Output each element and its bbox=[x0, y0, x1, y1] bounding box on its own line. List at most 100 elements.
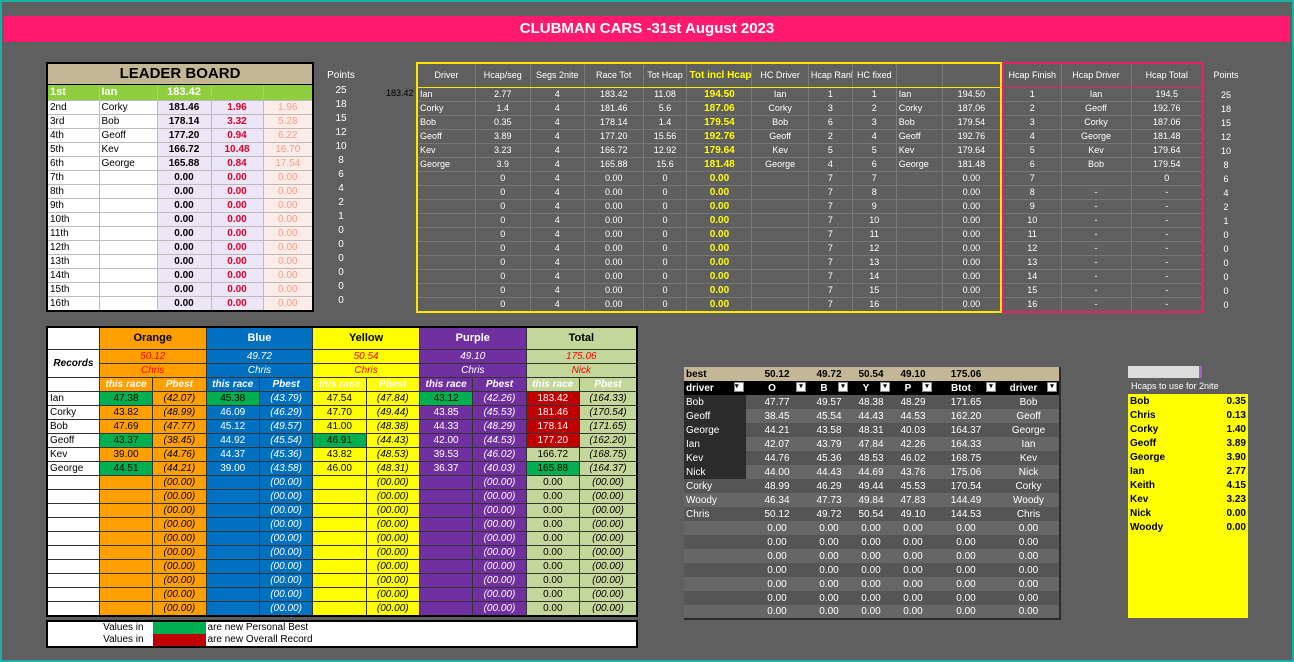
records-cell bbox=[98, 572, 154, 588]
leader-cell: 166.72 bbox=[156, 142, 212, 157]
hcap-cell: 0.00 bbox=[942, 241, 1002, 256]
hcap-header-cell: Driver bbox=[417, 63, 477, 88]
hcap-cell: 192.76 bbox=[686, 129, 753, 144]
hcap-cell: 179.54 bbox=[942, 115, 1002, 130]
best-times-cell: 0.00 bbox=[903, 536, 923, 548]
points-header: Points bbox=[1213, 69, 1239, 80]
hcap-cell: Corky bbox=[896, 101, 943, 116]
hcap-row: 0 4 0.00 0 0.00 7 8 0.00 bbox=[417, 185, 1002, 200]
leader-cell: 15th bbox=[46, 282, 100, 297]
filter-dropdown-icon[interactable]: ▾ bbox=[734, 381, 744, 392]
filter-dropdown-icon[interactable]: ▾ bbox=[1047, 381, 1057, 392]
best-times-cell: 0.00 bbox=[1018, 564, 1039, 576]
points-value: 8 bbox=[338, 154, 344, 166]
hcaps-value: 2.77 bbox=[1226, 465, 1246, 477]
records-cell: (00.00) bbox=[258, 600, 314, 616]
leader-row: 2nd Corky 181.46 1.96 1.96 bbox=[46, 100, 314, 115]
legend-label-2: Values in bbox=[103, 634, 144, 645]
leader-board-title: LEADER BOARD bbox=[46, 62, 314, 85]
record-holder: Chris bbox=[98, 362, 207, 378]
hcaps-driver: George bbox=[1130, 451, 1166, 463]
hcap-cell: 2.77 bbox=[475, 87, 531, 102]
best-times-table: best 50.12 49.72 50.54 49.10 175.06 driver ▾ O ▾ B… bbox=[684, 367, 1061, 620]
records-cell: 0.00 bbox=[525, 530, 580, 546]
leader-cell: 0.00 bbox=[156, 268, 212, 283]
records-cell: (43.79) bbox=[258, 390, 314, 406]
best-times-cell: Ian bbox=[1021, 438, 1036, 450]
points-value: 1 bbox=[1223, 215, 1229, 226]
hcap-cell: 187.06 bbox=[686, 101, 753, 116]
hcaps-row: Bob 0.35 bbox=[1128, 394, 1248, 408]
records-cell bbox=[98, 516, 154, 532]
points-header: Points bbox=[1206, 62, 1246, 88]
points-value: 1 bbox=[338, 210, 344, 222]
hcap-cell: 2 bbox=[852, 101, 897, 116]
best-times-cell: 0.00 bbox=[861, 592, 881, 604]
hcap-cell: 0 bbox=[643, 199, 688, 214]
records-cell: (00.00) bbox=[152, 516, 207, 532]
hcap-cell: 4 bbox=[530, 185, 585, 200]
filter-dropdown-icon[interactable]: ▾ bbox=[880, 381, 890, 392]
hcap-cell: 15.6 bbox=[643, 157, 688, 172]
hcap-cell: Kev bbox=[417, 143, 477, 158]
leader-row: 4th Geoff 177.20 0.94 6.22 bbox=[46, 128, 314, 143]
hcap-results-cell: - bbox=[1061, 241, 1132, 256]
points-row: 18 bbox=[1206, 102, 1246, 116]
hcap-results-cell: 5 bbox=[1003, 143, 1062, 158]
records-cell: (164.37) bbox=[578, 460, 638, 476]
best-times-cell bbox=[684, 577, 746, 591]
legend: Values in are new Personal Best Values i… bbox=[46, 620, 638, 648]
best-times-cell: 0.00 bbox=[819, 578, 839, 590]
leader-cell bbox=[98, 212, 158, 227]
leader-cell: 0.00 bbox=[210, 212, 264, 227]
records-cell: (00.00) bbox=[578, 488, 638, 504]
hcap-results-cell: - bbox=[1131, 185, 1204, 200]
best-times-cell: 48.31 bbox=[858, 424, 884, 436]
leader-cell: 2nd bbox=[46, 100, 100, 115]
records-cell: 0.00 bbox=[525, 558, 580, 574]
records-cell: (00.00) bbox=[472, 572, 527, 588]
points-row: 10 bbox=[318, 139, 364, 153]
points-row: 2 bbox=[318, 195, 364, 209]
best-times-cell: 0.00 bbox=[1018, 550, 1039, 562]
best-times-header-label: Btot bbox=[951, 382, 971, 394]
hcap-cell: Bob bbox=[417, 115, 477, 130]
hcap-cell bbox=[751, 269, 809, 284]
hcap-row: 0 4 0.00 0 0.00 7 11 0.00 bbox=[417, 227, 1002, 242]
hcap-cell: 2 bbox=[808, 129, 853, 144]
records-cell: (00.00) bbox=[472, 488, 527, 504]
records-row: Corky 43.82 (48.99) 46.09 (46.29) 47.70 (49.44… bbox=[46, 404, 638, 420]
filter-dropdown-icon[interactable]: ▾ bbox=[796, 381, 806, 392]
records-cell: 166.72 bbox=[525, 446, 580, 462]
leader-cell: Bob bbox=[98, 114, 158, 129]
records-cell bbox=[205, 516, 260, 532]
leader-cell: 0.00 bbox=[262, 198, 314, 213]
leader-cell: 0.00 bbox=[210, 254, 264, 269]
best-times-cell: 0.00 bbox=[819, 606, 839, 617]
records-cell: 47.70 bbox=[312, 404, 367, 420]
leader-cell: 0.00 bbox=[156, 184, 212, 199]
hcap-cell: 4 bbox=[530, 255, 585, 270]
records-cell: 42.00 bbox=[418, 432, 474, 448]
best-times-cell: 0.00 bbox=[956, 592, 976, 604]
records-cell bbox=[418, 530, 474, 546]
best-times-cell: 47.83 bbox=[900, 494, 926, 506]
best-times-header-cell: Btot ▾ bbox=[934, 381, 998, 395]
records-cell: 0.00 bbox=[525, 586, 580, 602]
records-driver: George bbox=[46, 460, 100, 476]
leader-cell: 181.46 bbox=[156, 100, 212, 115]
best-times-row: 0.00 0.00 0.00 0.00 0.00 0.00 bbox=[684, 605, 1060, 619]
filter-dropdown-icon[interactable]: ▾ bbox=[986, 381, 996, 392]
hcap-cell: 0.00 bbox=[942, 269, 1002, 284]
hcap-cell: 4 bbox=[808, 157, 853, 172]
hcap-cell bbox=[751, 297, 809, 312]
best-times-row: Ian 42.07 43.79 47.84 42.26 164.33 Ian bbox=[684, 437, 1060, 451]
best-times-cell: 0.00 bbox=[903, 564, 923, 576]
hcap-header-cell bbox=[942, 63, 1002, 88]
filter-dropdown-icon[interactable]: ▾ bbox=[838, 381, 848, 392]
filter-dropdown-icon[interactable]: ▾ bbox=[922, 381, 932, 392]
best-times-header-cell: driver ▾ bbox=[684, 381, 746, 395]
leader-cell: 3rd bbox=[46, 114, 100, 129]
records-cell: 47.69 bbox=[98, 418, 154, 434]
leader-cell: 5.28 bbox=[262, 114, 314, 129]
